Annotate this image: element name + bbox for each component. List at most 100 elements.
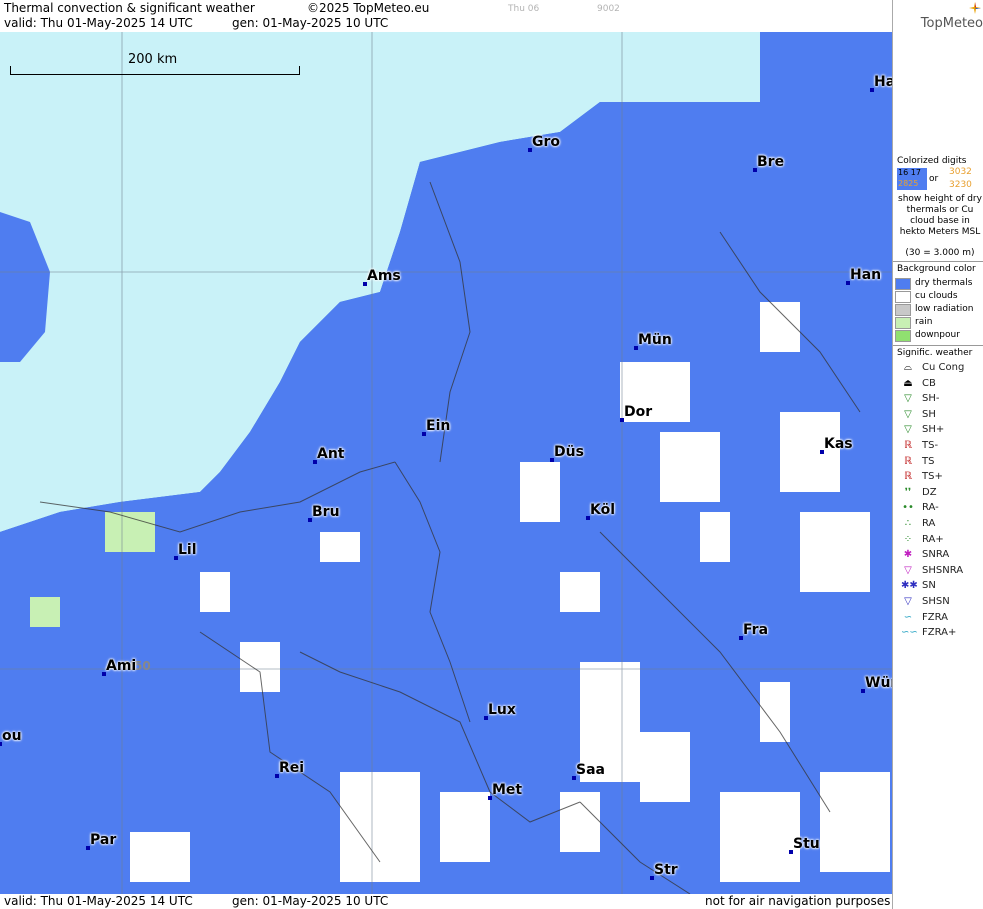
city-label: ou xyxy=(2,728,22,744)
legend-wx-row: ⌓ Cu Cong xyxy=(895,362,983,375)
sample-white-2: 3230 xyxy=(949,180,972,190)
legend-bg-row: low radiation xyxy=(895,304,983,317)
city-label: Bre xyxy=(757,154,785,170)
legend-bg-label: cu clouds xyxy=(915,291,958,301)
shower-icon: ▽ xyxy=(904,408,912,420)
legend-bg-title: Background color xyxy=(897,264,976,274)
cu-cloud-patch xyxy=(240,642,280,692)
city-label: Str xyxy=(654,862,678,878)
city-label: Wür xyxy=(865,675,892,691)
city-label: Saa xyxy=(576,762,605,778)
legend-wx-row: ⏏ CB xyxy=(895,378,983,391)
cu-cloud-patch xyxy=(780,412,840,492)
city-label: Mün xyxy=(638,332,672,348)
legend-wx-row: ▽ SH xyxy=(895,409,983,422)
cu-cloud-patch xyxy=(440,792,490,862)
legend-wx-row: ∴ RA xyxy=(895,518,983,531)
city-label: Kas xyxy=(824,436,853,452)
shower-heavy-icon: ▽ xyxy=(904,424,912,436)
shower-light-icon: ▽ xyxy=(904,393,912,405)
legend-bg-label: downpour xyxy=(915,330,960,340)
sample-blue-swatch: 16 17 2825 xyxy=(897,168,927,190)
thunderstorm-icon: ℝ xyxy=(904,455,912,467)
legend-wx-label: FZRA+ xyxy=(922,627,957,639)
legend-wx-label: TS xyxy=(922,455,935,467)
legend-wx-row: •• RA- xyxy=(895,502,983,515)
legend-wx-label: RA- xyxy=(922,502,939,514)
freezing-rain-heavy-icon: ∽∽ xyxy=(901,627,918,639)
legend-wx-label: SH+ xyxy=(922,424,945,436)
legend-wx-row: ▽ SHSN xyxy=(895,596,983,609)
legend-wx-row: ✱✱ SN xyxy=(895,580,983,593)
sample-blue-1: 16 17 xyxy=(898,168,921,177)
legend-wx-label: SHSNRA xyxy=(922,564,964,576)
city-label: Gro xyxy=(532,134,561,150)
legend-wx-label: SH xyxy=(922,408,936,420)
snow-icon: ✱✱ xyxy=(901,580,918,592)
legend-swatch xyxy=(895,317,911,329)
legend-wx-row: ℝ TS- xyxy=(895,440,983,453)
legend-wx-row: ✱ SNRA xyxy=(895,549,983,562)
city-label: Ant xyxy=(317,446,345,462)
legend-wx-row: ⁘ RA+ xyxy=(895,534,983,547)
legend-wx-label: SNRA xyxy=(922,549,950,561)
freezing-rain-icon: ∽ xyxy=(903,611,913,623)
faint-day: Thu 06 xyxy=(508,4,540,14)
city-label: Ams xyxy=(367,268,401,284)
legend-swatch xyxy=(895,330,911,342)
copyright: ©2025 TopMeteo.eu xyxy=(307,1,430,15)
scale-bar xyxy=(10,66,300,75)
legend-wx-row: ℝ TS+ xyxy=(895,471,983,484)
cu-cloud-patch xyxy=(340,772,420,882)
legend-explain: show height of dry thermals or Cu cloud … xyxy=(898,194,982,237)
drizzle-icon: ❜❜ xyxy=(904,486,912,498)
legend-separator xyxy=(893,261,983,262)
city-label: Ha xyxy=(874,74,892,90)
city-label: Lux xyxy=(488,702,516,718)
legend-wx-row: ∽∽ FZRA+ xyxy=(895,627,983,640)
cu-cloud-patch xyxy=(800,512,870,592)
cb-icon: ⏏ xyxy=(903,377,913,389)
legend-swatch xyxy=(895,278,911,290)
legend-wx-label: SHSN xyxy=(922,596,950,607)
scale-label: 200 km xyxy=(128,52,178,67)
legend-wx-label: TS+ xyxy=(922,471,943,483)
sample-blue-2: 2825 xyxy=(898,179,919,188)
legend-wx-label: RA+ xyxy=(922,533,944,545)
legend-swatch xyxy=(895,291,911,303)
legend-wx-label: FZRA xyxy=(922,611,948,623)
city-label: Lil xyxy=(178,542,197,558)
brand-logo: TopMeteo xyxy=(920,16,983,31)
legend-separator xyxy=(893,345,983,346)
cu-cloud-patch xyxy=(520,462,560,522)
rain-icon: ∴ xyxy=(904,518,912,529)
city-label: Bru xyxy=(312,504,340,520)
cu-cloud-patch xyxy=(760,302,800,352)
cu-cong-icon: ⌓ xyxy=(904,362,912,373)
city-label: Rei xyxy=(279,760,305,776)
legend-bg-label: rain xyxy=(915,317,933,327)
cu-cloud-patch xyxy=(720,792,800,882)
city-label: Ein xyxy=(426,418,451,434)
legend-wx-label: Cu Cong xyxy=(922,362,965,373)
legend-bg-label: low radiation xyxy=(915,304,974,314)
city-label: Dor xyxy=(624,404,653,420)
city-label: Düs xyxy=(554,444,584,460)
city-label: Fra xyxy=(743,622,769,638)
footer-valid-time: valid: Thu 01-May-2025 14 UTC xyxy=(4,894,193,908)
legend-wx-row: ▽ SH+ xyxy=(895,424,983,437)
city-label: Met xyxy=(492,782,523,798)
legend-wx-label: TS- xyxy=(922,440,939,451)
disclaimer: not for air navigation purposes xyxy=(705,894,891,908)
cu-cloud-patch xyxy=(820,772,890,872)
thunderstorm-light-icon: ℝ xyxy=(904,440,912,451)
legend-wx-row: ∽ FZRA xyxy=(895,612,983,625)
snow-rain-shower-icon: ▽ xyxy=(904,564,912,576)
weather-map[interactable]: 200 km N50 Gro Bre Ams Han Mün Dor Ein Ant Düs Ka… xyxy=(0,32,892,894)
legend-wx-row: ℝ TS xyxy=(895,456,983,469)
legend-wx-label: RA xyxy=(922,518,936,529)
legend-bg-row: cu clouds xyxy=(895,291,983,304)
legend-swatch xyxy=(895,304,911,316)
cu-cloud-patch xyxy=(660,432,720,502)
snow-shower-icon: ▽ xyxy=(904,596,912,607)
